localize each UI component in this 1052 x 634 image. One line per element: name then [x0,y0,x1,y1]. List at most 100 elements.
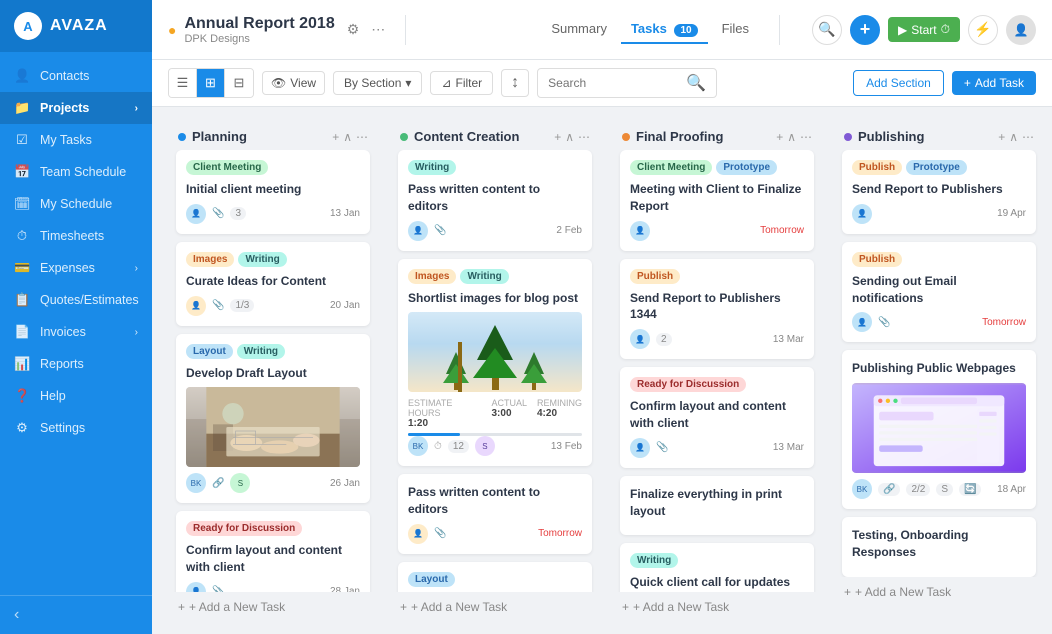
add-task-link[interactable]: ++ Add a New Task [612,592,822,622]
task-card[interactable]: Finalize everything in print layout [620,476,814,536]
card-tags: Layout [408,572,582,587]
project-more-icon[interactable]: ⋯ [371,21,385,38]
search-icon: 🔍 [686,73,706,93]
card-footer: 👤Tomorrow [630,221,804,241]
task-card[interactable]: PublishSending out Email notifications👤📎… [842,242,1036,343]
card-title: Develop Draft Layout [186,365,360,382]
project-status-dot: ● [168,22,176,38]
sidebar-item-expenses[interactable]: 💳Expenses› [0,252,152,284]
add-task-button[interactable]: + Add Task [952,71,1036,95]
search-input[interactable] [548,76,680,90]
card-footer: 👤📎13 Mar [630,438,804,458]
add-col-icon[interactable]: + [332,130,339,144]
task-card[interactable]: WritingPass written content to editors👤📎… [398,150,592,251]
collapse-col-icon[interactable]: ∧ [1009,130,1018,144]
sidebar-item-invoices[interactable]: 📄Invoices› [0,316,152,348]
more-col-icon[interactable]: ⋯ [578,130,590,144]
task-icon: 🔄 [959,483,981,496]
nav-label: Settings [40,421,85,435]
time-value: 1:20 [408,418,481,429]
add-task-link[interactable]: ++ Add a New Task [168,592,378,622]
bolt-icon-btn[interactable]: ⚡ [968,15,998,45]
sidebar-item-my_schedule[interactable]: 🗓My Schedule [0,188,152,220]
collapse-col-icon[interactable]: ∧ [343,130,352,144]
sidebar-logo[interactable]: A AVAZA [0,0,152,52]
sidebar-item-help[interactable]: ❓Help [0,380,152,412]
project-settings-icon[interactable]: ⚙ [347,21,360,38]
card-title: Confirm layout and content with client [186,542,360,576]
tab-files[interactable]: Files [712,15,759,44]
task-card[interactable]: ImagesWritingCurate Ideas for Content👤📎1… [176,242,370,326]
sidebar-collapse-btn[interactable]: ‹ [0,595,152,634]
add-task-link[interactable]: ++ Add a New Task [834,577,1044,607]
attachment-icon: 📎 [878,317,890,328]
nav-label: Reports [40,357,84,371]
collapse-col-icon[interactable]: ∧ [565,130,574,144]
task-card[interactable]: Client MeetingPrototypeMeeting with Clie… [620,150,814,251]
table-view-btn[interactable]: ⊟ [225,69,253,97]
time-progress-bar [408,433,582,436]
card-footer: 👤📎Tomorrow [408,524,582,544]
card-title: Curate Ideas for Content [186,273,360,290]
section-selector[interactable]: By Section ▾ [333,71,422,95]
task-card[interactable]: LayoutWritingDevelop Draft Layout [176,334,370,504]
sort-button[interactable]: ↕ [501,69,529,97]
tab-tasks[interactable]: Tasks 10 [621,15,708,44]
task-date: 13 Jan [330,208,360,219]
card-footer: 👤📎28 Jan [186,582,360,592]
add-section-button[interactable]: Add Section [853,70,944,96]
collapse-col-icon[interactable]: ∧ [787,130,796,144]
task-card[interactable]: Testing, Onboarding Responses [842,517,1036,577]
list-view-btn[interactable]: ☰ [169,69,197,97]
task-date: 2 Feb [556,225,582,236]
card-footer: 👤19 Apr [852,204,1026,224]
sidebar-item-reports[interactable]: 📊Reports [0,348,152,380]
card-title: Initial client meeting [186,181,360,198]
sidebar-item-team_schedule[interactable]: 📅Team Schedule [0,156,152,188]
user-avatar[interactable]: 👤 [1006,15,1036,45]
sidebar-item-settings[interactable]: ⚙ Settings [0,412,152,444]
more-col-icon[interactable]: ⋯ [356,130,368,144]
task-card[interactable]: LayoutReceive first drafts from writers👤… [398,562,592,592]
task-card[interactable]: Publishing Public Webpages [842,350,1036,509]
view-label-btn[interactable]: 👁 View [262,71,325,95]
task-card[interactable]: WritingQuick client call for updates👤1/3… [620,543,814,592]
sidebar-item-timesheets[interactable]: ⏱Timesheets [0,220,152,252]
add-col-icon[interactable]: + [998,130,1005,144]
start-button[interactable]: ▶ Start ⏱ [888,17,960,42]
add-icon-btn[interactable]: + [850,15,880,45]
more-col-icon[interactable]: ⋯ [800,130,812,144]
nav-icon: 🗓 [14,196,30,212]
task-card[interactable]: Ready for DiscussionConfirm layout and c… [176,511,370,592]
task-card[interactable]: PublishSend Report to Publishers 1344👤21… [620,259,814,360]
filter-button[interactable]: ⊿ Filter [430,71,493,95]
sidebar-item-quotes_estimates[interactable]: 📋Quotes/Estimates [0,284,152,316]
nav-icon: ⚙ [14,420,30,436]
time-label: ESTIMATE HOURS [408,398,481,418]
task-card[interactable]: ImagesWritingShortlist images for blog p… [398,259,592,467]
task-card[interactable]: Pass written content to editors👤📎Tomorro… [398,474,592,554]
search-icon-btn[interactable]: 🔍 [812,15,842,45]
header-tabs: Summary Tasks 10 Files [541,15,759,44]
task-avatar: 👤 [630,438,650,458]
attachment-icon: 📎 [212,300,224,311]
task-avatar: BK [408,436,428,456]
sidebar-item-my_tasks[interactable]: ☑My Tasks [0,124,152,156]
card-tag: Client Meeting [186,160,268,175]
task-card[interactable]: PublishPrototypeSend Report to Publisher… [842,150,1036,234]
board-view-btn[interactable]: ⊞ [197,69,225,97]
task-date: 26 Jan [330,478,360,489]
card-tag: Publish [630,269,680,284]
task-card[interactable]: Client MeetingInitial client meeting👤📎31… [176,150,370,234]
add-col-icon[interactable]: + [776,130,783,144]
sidebar-item-projects[interactable]: 📁Projects› [0,92,152,124]
col-dot [178,133,186,141]
card-title: Pass written content to editors [408,181,582,215]
add-col-icon[interactable]: + [554,130,561,144]
more-col-icon[interactable]: ⋯ [1022,130,1034,144]
sidebar-item-contacts[interactable]: 👤Contacts [0,60,152,92]
task-card[interactable]: Ready for DiscussionConfirm layout and c… [620,367,814,468]
tab-summary[interactable]: Summary [541,15,617,44]
add-task-link[interactable]: ++ Add a New Task [390,592,600,622]
search-box[interactable]: 🔍 [537,68,717,98]
